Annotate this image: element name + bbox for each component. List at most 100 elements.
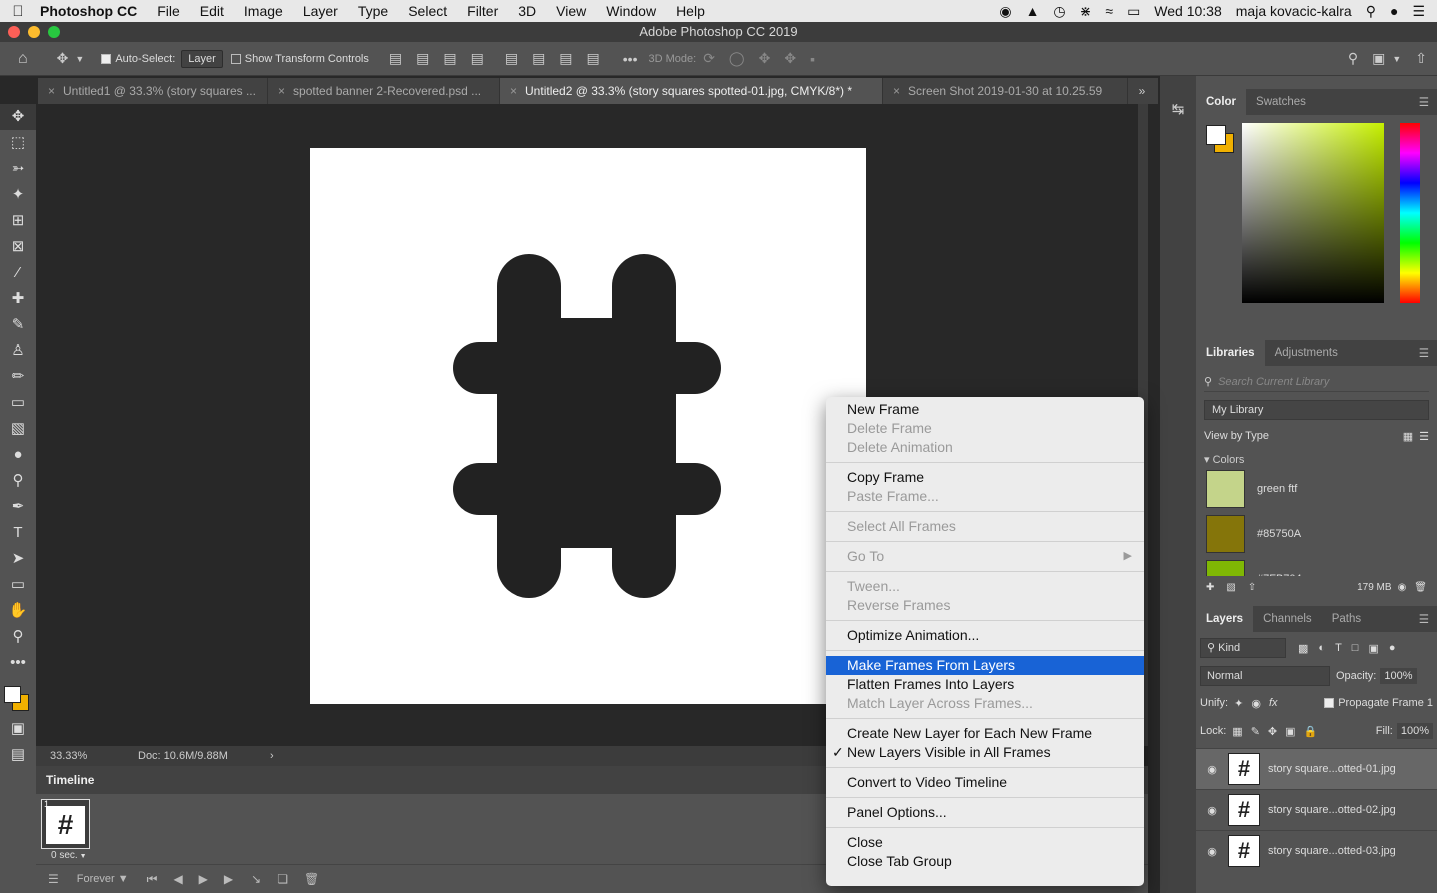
menu-layer[interactable]: Layer <box>293 3 348 19</box>
time-machine-icon[interactable]: ◷ <box>1053 3 1065 20</box>
tab-color[interactable]: Color <box>1196 89 1247 115</box>
foreground-color-swatch[interactable] <box>4 686 21 703</box>
menu-delete-animation[interactable]: Delete Animation <box>826 438 1144 457</box>
screen-mode-icon[interactable]: ▤ <box>0 742 36 768</box>
menu-image[interactable]: Image <box>234 3 293 19</box>
move-tool-icon[interactable]: ✥ <box>57 50 69 67</box>
eyedropper-tool-icon[interactable]: ⁄ <box>0 260 36 286</box>
next-frame-icon[interactable]: ▶ <box>224 872 233 886</box>
menu-match-layer[interactable]: Match Layer Across Frames... <box>826 694 1144 713</box>
menu-app[interactable]: Photoshop CC <box>36 3 147 19</box>
menu-close[interactable]: Close <box>826 833 1144 852</box>
filter-pixel-icon[interactable]: ▩ <box>1298 642 1308 655</box>
layer-row[interactable]: ◉ # story square...otted-02.jpg <box>1196 789 1437 830</box>
menu-select-all-frames[interactable]: Select All Frames <box>826 517 1144 536</box>
history-brush-tool-icon[interactable]: ✏ <box>0 364 36 390</box>
pen-tool-icon[interactable]: ✒ <box>0 494 36 520</box>
tab-layers[interactable]: Layers <box>1196 606 1254 632</box>
convert-timeline-icon[interactable]: ☰ <box>48 872 59 886</box>
battery-icon[interactable]: ▭ <box>1127 3 1140 20</box>
menu-filter[interactable]: Filter <box>457 3 508 19</box>
type-tool-icon[interactable]: T <box>0 520 36 546</box>
magic-wand-tool-icon[interactable]: ✦ <box>0 182 36 208</box>
tab-untitled2[interactable]: × Untitled2 @ 33.3% (story squares spotte… <box>500 78 883 104</box>
layer-name[interactable]: story square...otted-02.jpg <box>1268 804 1396 816</box>
minimize-window-button[interactable] <box>28 26 40 38</box>
siri-icon[interactable]: ● <box>1390 3 1398 19</box>
filter-toggle-icon[interactable]: ● <box>1389 642 1396 654</box>
apple-icon[interactable]:  <box>0 3 36 20</box>
layer-name[interactable]: story square...otted-03.jpg <box>1268 845 1396 857</box>
grid-view-icon[interactable]: ▦ <box>1403 430 1413 443</box>
lock-artboard-icon[interactable]: ▣ <box>1285 725 1295 738</box>
menu-3d[interactable]: 3D <box>508 3 546 19</box>
delete-icon[interactable]: 🗑 <box>1414 582 1427 593</box>
chevron-down-icon[interactable]: ▼ <box>75 54 84 64</box>
blend-mode-dropdown[interactable]: Normal <box>1200 666 1330 686</box>
layer-row[interactable]: ◉ # story square...otted-03.jpg <box>1196 830 1437 868</box>
folder-icon[interactable]: ▧ <box>1226 582 1235 593</box>
library-color-item[interactable]: #85750A <box>1196 511 1437 556</box>
play-icon[interactable]: ▶ <box>199 872 208 886</box>
delete-frame-icon[interactable]: 🗑 <box>304 872 319 886</box>
colors-section-header[interactable]: ▾ Colors <box>1204 453 1429 466</box>
move-tool-icon[interactable]: ✥ <box>0 104 36 130</box>
foreground-color-chip[interactable] <box>1206 125 1226 145</box>
lock-transparent-icon[interactable]: ▦ <box>1232 725 1242 738</box>
lock-pixels-icon[interactable]: ✎ <box>1251 725 1260 738</box>
close-window-button[interactable] <box>8 26 20 38</box>
sync-icon[interactable]: ◉ <box>1398 582 1407 593</box>
add-icon[interactable]: ✚ <box>1206 582 1214 593</box>
filter-type-icon[interactable]: T <box>1335 642 1342 654</box>
dodge-tool-icon[interactable]: ⚲ <box>0 468 36 494</box>
hue-slider[interactable] <box>1400 123 1420 303</box>
more-tools-icon[interactable]: ••• <box>0 650 36 676</box>
fill-input[interactable]: 100% <box>1396 723 1433 739</box>
3d-orbit-icon[interactable]: ⟳ <box>703 50 715 67</box>
3d-roll-icon[interactable]: ◯ <box>729 50 745 67</box>
library-color-item[interactable]: green ftf <box>1196 466 1437 511</box>
3d-scale-icon[interactable]: ▪ <box>810 51 815 67</box>
menu-reverse-frames[interactable]: Reverse Frames <box>826 596 1144 615</box>
close-tab-icon[interactable]: × <box>278 84 285 98</box>
menu-optimize-animation[interactable]: Optimize Animation... <box>826 626 1144 645</box>
library-search[interactable]: ⚲ Search Current Library <box>1204 372 1429 392</box>
blur-tool-icon[interactable]: ● <box>0 442 36 468</box>
user-name[interactable]: maja kovacic-kalra <box>1236 3 1352 19</box>
distribute-icon[interactable]: ▤ <box>471 50 484 67</box>
close-tab-icon[interactable]: × <box>510 84 517 98</box>
wifi-icon[interactable]: ≈ <box>1105 3 1113 19</box>
healing-brush-tool-icon[interactable]: ✚ <box>0 286 36 312</box>
clock[interactable]: Wed 10:38 <box>1154 3 1221 19</box>
close-tab-icon[interactable]: × <box>48 84 55 98</box>
library-color-item[interactable]: #7FB704 <box>1196 556 1437 576</box>
menu-new-layers-visible[interactable]: ✓ New Layers Visible in All Frames <box>826 743 1144 762</box>
lock-all-icon[interactable]: 🔒 <box>1304 725 1318 738</box>
tab-swatches[interactable]: Swatches <box>1246 89 1316 115</box>
layer-filter-dropdown[interactable]: ⚲ Kind <box>1200 638 1286 658</box>
3d-pan-icon[interactable]: ✥ <box>759 50 771 67</box>
menu-convert-video-timeline[interactable]: Convert to Video Timeline <box>826 773 1144 792</box>
menu-file[interactable]: File <box>147 3 190 19</box>
history-panel-icon[interactable]: ↹ <box>1160 100 1196 118</box>
lock-position-icon[interactable]: ✥ <box>1268 725 1277 738</box>
frame-tool-icon[interactable]: ⊠ <box>0 234 36 260</box>
brush-tool-icon[interactable]: ✎ <box>0 312 36 338</box>
zoom-tool-icon[interactable]: ⚲ <box>0 624 36 650</box>
tab-spotted-banner[interactable]: × spotted banner 2-Recovered.psd ... <box>268 78 500 104</box>
panel-menu-icon[interactable]: ☰ <box>1419 95 1429 109</box>
menu-help[interactable]: Help <box>666 3 715 19</box>
stamp-tool-icon[interactable]: ♙ <box>0 338 36 364</box>
propagate-checkbox[interactable] <box>1324 698 1335 708</box>
timeline-title[interactable]: Timeline <box>46 773 94 787</box>
previous-frame-icon[interactable]: ◀ <box>173 872 182 886</box>
auto-select-dropdown[interactable]: Layer <box>181 49 223 68</box>
auto-select-checkbox[interactable] <box>101 53 112 64</box>
creative-cloud-icon[interactable]: ◉ <box>999 3 1011 20</box>
share-icon[interactable]: ⇧ <box>1415 50 1427 67</box>
status-arrow-icon[interactable]: › <box>270 746 274 766</box>
align-middle-icon[interactable]: ▤ <box>532 50 545 67</box>
unify-visibility-icon[interactable]: ◉ <box>1251 697 1261 710</box>
marquee-tool-icon[interactable]: ⬚ <box>0 130 36 156</box>
menu-new-frame[interactable]: New Frame <box>826 400 1144 419</box>
